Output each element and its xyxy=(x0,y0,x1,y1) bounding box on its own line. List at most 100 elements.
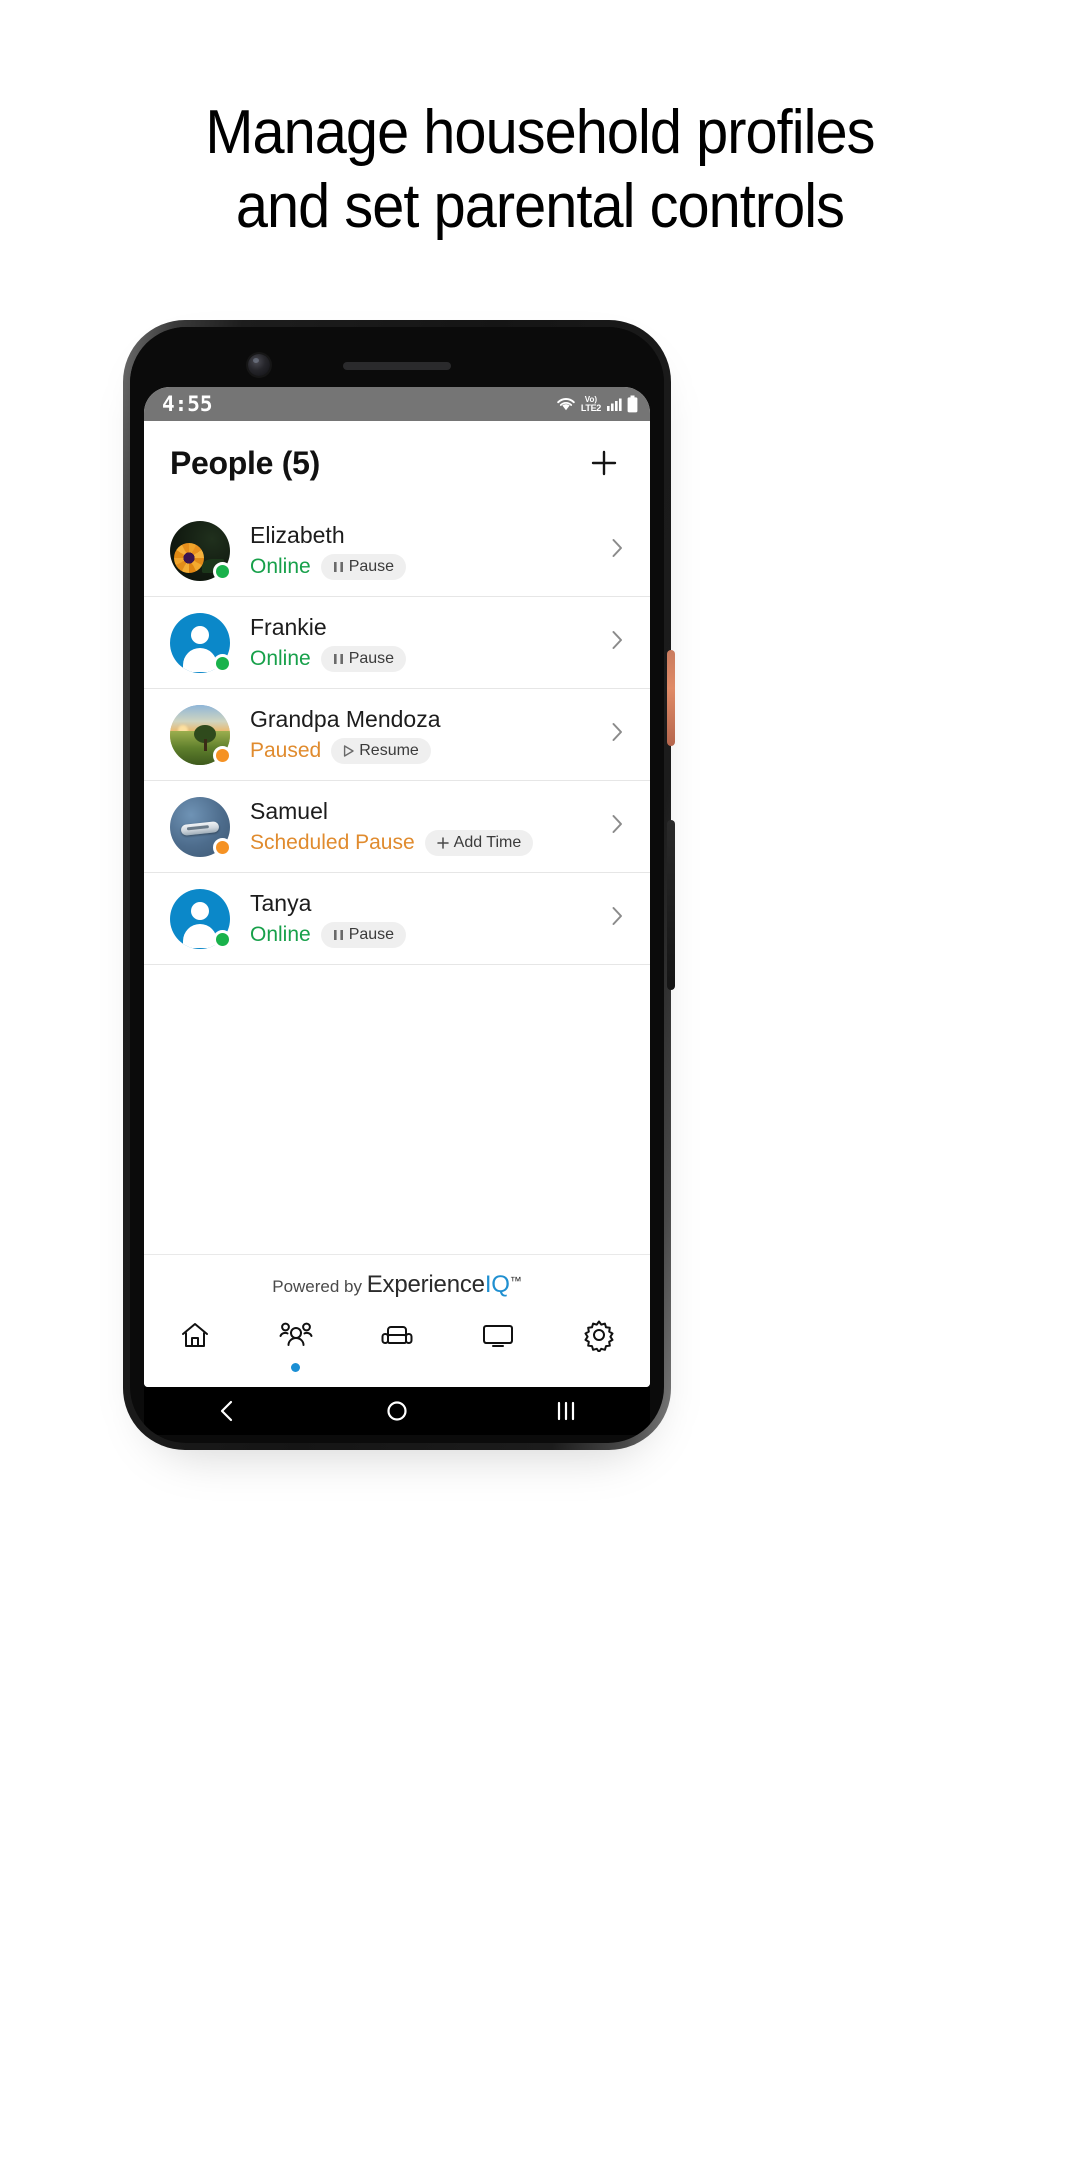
tab-active-dot xyxy=(393,1363,402,1372)
tab-settings[interactable] xyxy=(549,1303,650,1387)
tab-active-dot xyxy=(291,1362,301,1372)
person-action-label: Pause xyxy=(348,557,395,575)
person-status: Online xyxy=(250,646,311,670)
person-status: Scheduled Pause xyxy=(250,830,415,854)
status-time: 4:55 xyxy=(162,392,213,416)
brand-iq-label: IQ xyxy=(484,1271,510,1298)
person-name: Frankie xyxy=(250,613,327,640)
brand-experience-label: Experience xyxy=(366,1271,485,1298)
status-badge xyxy=(213,561,232,581)
person-action-button[interactable]: Pause xyxy=(320,921,407,948)
chevron-right-icon[interactable] xyxy=(606,721,628,748)
front-camera-icon xyxy=(248,354,270,376)
person-status-line: Paused Resume xyxy=(250,737,598,764)
status-bar: 4:55 Vo) LTE2 xyxy=(144,387,650,421)
tab-home[interactable] xyxy=(144,1303,245,1387)
chevron-right-icon[interactable] xyxy=(606,537,628,564)
person-status: Online xyxy=(250,554,311,578)
sofa-icon xyxy=(380,1319,414,1356)
page-title: Manage household profiles and set parent… xyxy=(38,0,1042,244)
tab-people[interactable] xyxy=(245,1303,346,1387)
avatar xyxy=(170,704,232,765)
brand-line: Powered by ExperienceIQ™ xyxy=(144,1271,650,1299)
headline-line-2: and set parental controls xyxy=(235,172,845,241)
person-action-label: Add Time xyxy=(453,833,522,851)
person-info: Samuel Scheduled Pause Add Time xyxy=(250,798,598,856)
person-status-line: Online Pause xyxy=(250,645,598,672)
avatar xyxy=(170,888,232,949)
person-action-label: Pause xyxy=(348,649,395,667)
person-name: Tanya xyxy=(250,889,312,916)
tab-devices[interactable] xyxy=(346,1303,447,1387)
person-action-button[interactable]: Resume xyxy=(331,737,431,764)
person-action-button[interactable]: Pause xyxy=(320,553,407,580)
table-row[interactable]: Frankie Online Pause xyxy=(144,597,650,689)
tab-active-dot xyxy=(190,1363,199,1372)
powered-by-label: Powered by xyxy=(272,1277,367,1296)
person-name: Grandpa Mendoza xyxy=(250,705,441,732)
tab-network[interactable] xyxy=(448,1303,549,1387)
add-person-button[interactable] xyxy=(584,443,624,483)
person-info: Elizabeth Online Pause xyxy=(250,522,598,580)
back-icon[interactable] xyxy=(215,1398,241,1424)
pause-icon xyxy=(333,653,344,665)
gear-icon xyxy=(582,1318,616,1357)
person-action-button[interactable]: Pause xyxy=(320,645,407,672)
trademark-symbol: ™ xyxy=(509,1274,522,1288)
person-info: Tanya Online Pause xyxy=(250,890,598,948)
person-status-line: Online Pause xyxy=(250,921,598,948)
status-badge xyxy=(213,929,232,949)
people-icon xyxy=(279,1319,313,1356)
headline-line-1: Manage household profiles xyxy=(205,98,875,167)
person-info: Frankie Online Pause xyxy=(250,614,598,672)
phone-screen: 4:55 Vo) LTE2 People (5) Elizabeth Onlin… xyxy=(144,387,650,1387)
person-name: Elizabeth xyxy=(250,521,345,548)
table-row[interactable]: Grandpa Mendoza Paused Resume xyxy=(144,689,650,781)
status-badge xyxy=(213,837,232,857)
plus-icon xyxy=(436,836,449,849)
person-action-label: Pause xyxy=(348,925,395,943)
chevron-right-icon[interactable] xyxy=(606,813,628,840)
person-status-line: Online Pause xyxy=(250,553,598,580)
app-header: People (5) xyxy=(144,421,650,505)
pause-icon xyxy=(333,929,344,941)
battery-icon xyxy=(627,395,638,413)
home-icon xyxy=(179,1319,211,1356)
volte-icon: Vo) LTE2 xyxy=(580,396,601,413)
play-icon xyxy=(343,744,354,757)
table-row[interactable]: Elizabeth Online Pause xyxy=(144,505,650,597)
monitor-icon xyxy=(481,1319,515,1356)
person-status-line: Scheduled Pause Add Time xyxy=(250,829,598,856)
home-circle-icon[interactable] xyxy=(384,1398,410,1424)
android-nav-bar xyxy=(144,1387,650,1435)
phone-bezel-top xyxy=(130,327,664,387)
chevron-right-icon[interactable] xyxy=(606,629,628,656)
tab-active-dot xyxy=(595,1364,604,1373)
avatar xyxy=(170,520,232,581)
person-action-button[interactable]: Add Time xyxy=(424,829,534,856)
volume-button[interactable] xyxy=(667,820,675,990)
status-badge xyxy=(213,745,232,765)
phone-mockup: 4:55 Vo) LTE2 People (5) Elizabeth Onlin… xyxy=(123,320,675,1456)
status-icons: Vo) LTE2 xyxy=(556,395,638,413)
pause-icon xyxy=(333,561,344,573)
avatar xyxy=(170,612,232,673)
table-row[interactable]: Samuel Scheduled Pause Add Time xyxy=(144,781,650,873)
footer-branding: Powered by ExperienceIQ™ xyxy=(144,1254,650,1299)
chevron-right-icon[interactable] xyxy=(606,905,628,932)
earpiece-speaker xyxy=(343,362,451,370)
volte-bottom-label: LTE2 xyxy=(580,403,601,413)
signal-bars-icon xyxy=(606,396,622,412)
recents-icon[interactable] xyxy=(553,1398,579,1424)
avatar xyxy=(170,796,232,857)
table-row[interactable]: Tanya Online Pause xyxy=(144,873,650,965)
person-name: Samuel xyxy=(250,797,328,824)
person-status: Paused xyxy=(250,738,322,762)
person-action-label: Resume xyxy=(359,741,419,759)
phone-body: 4:55 Vo) LTE2 People (5) Elizabeth Onlin… xyxy=(130,327,664,1443)
screen-title: People (5) xyxy=(170,444,320,481)
power-button[interactable] xyxy=(667,650,675,746)
wifi-icon xyxy=(556,396,576,412)
tab-active-dot xyxy=(494,1363,503,1372)
bottom-tab-bar xyxy=(144,1303,650,1387)
